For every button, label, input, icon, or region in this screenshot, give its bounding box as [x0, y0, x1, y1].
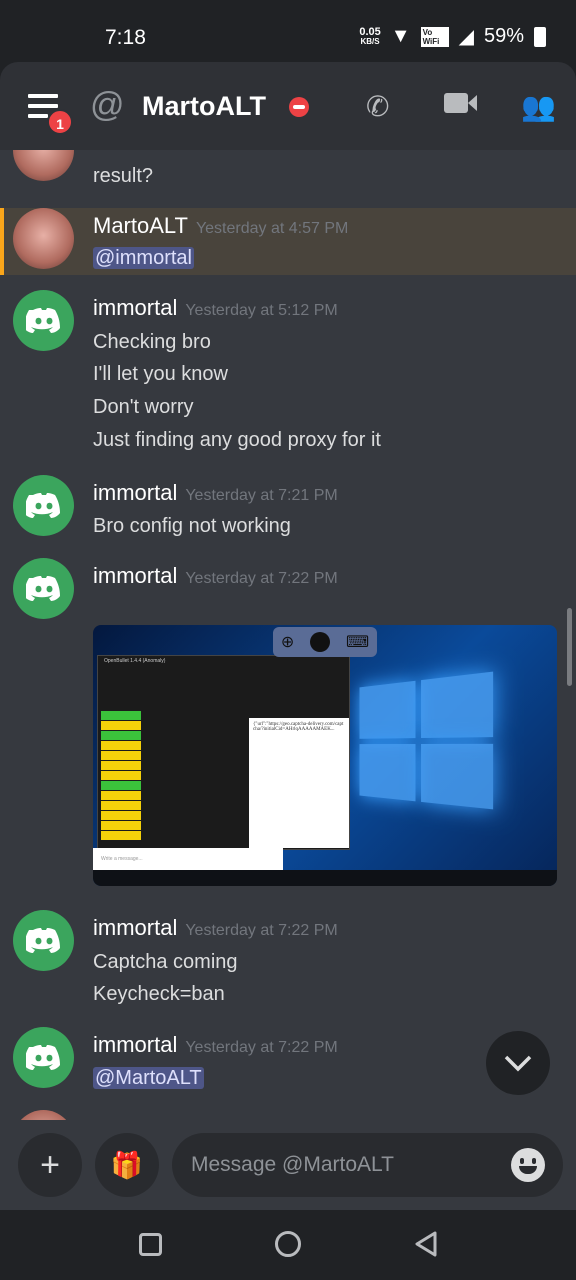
message-list: result? MartoALT Yesterday at 4:57 PM @im…: [0, 150, 576, 1120]
openbullet-window: OpenBullet 1.4.4 (Anomaly) {"url":"https…: [97, 655, 350, 850]
signal-icon: ◢: [458, 26, 474, 48]
clock: 7:18: [105, 26, 146, 49]
battery-icon: [534, 26, 546, 47]
members-icon[interactable]: 👥: [521, 90, 556, 123]
volte-icon: Vo WiFi: [420, 26, 449, 47]
avatar[interactable]: [13, 150, 74, 181]
page-title: MartoALT: [142, 91, 266, 121]
dnd-status-icon: [289, 97, 309, 117]
author-name[interactable]: immortal Yesterday at 7:22 PM: [93, 915, 338, 941]
message-text: Bro config not working: [93, 515, 291, 537]
image-attachment[interactable]: OpenBullet 1.4.4 (Anomaly) {"url":"https…: [93, 625, 557, 886]
taskbar: [93, 870, 557, 886]
message-text: @MartoALT: [93, 1067, 204, 1090]
message-text: result?: [93, 165, 154, 187]
message-text: Don't worry: [93, 396, 194, 418]
remote-logo-icon: [310, 632, 331, 652]
message-text: @immortal: [93, 247, 194, 270]
discord-logo-icon: [25, 927, 60, 953]
author-name[interactable]: immortal Yesterday at 5:12 PM: [93, 295, 338, 321]
avatar[interactable]: [13, 1027, 74, 1088]
html-view: {"url":"https://geo.captcha-delivery.com…: [249, 718, 349, 848]
timestamp: Yesterday at 5:12 PM: [185, 302, 338, 319]
timestamp: Yesterday at 7:22 PM: [185, 1039, 338, 1056]
plus-icon: +: [40, 1145, 60, 1184]
message-input[interactable]: Message @MartoALT: [172, 1133, 563, 1197]
scrollbar[interactable]: [567, 608, 572, 686]
at-icon: @: [90, 86, 125, 124]
mention[interactable]: @MartoALT: [93, 1067, 204, 1089]
avatar[interactable]: [13, 910, 74, 971]
avatar[interactable]: [13, 1110, 74, 1120]
message-text: Checking bro: [93, 331, 211, 353]
notification-badge: 1: [47, 109, 73, 135]
message-text: Captcha coming: [93, 951, 238, 973]
video-call-icon[interactable]: [444, 90, 477, 122]
timestamp: Yesterday at 7:21 PM: [185, 487, 338, 504]
zoom-icon: ⊕: [280, 634, 295, 651]
wifi-icon: ▼: [390, 25, 411, 47]
gift-button[interactable]: 🎁: [95, 1133, 159, 1197]
discord-logo-icon: [25, 307, 60, 333]
add-attachment-button[interactable]: +: [18, 1133, 82, 1197]
jump-to-bottom-button[interactable]: [486, 1031, 550, 1095]
back-button[interactable]: [413, 1230, 439, 1263]
voice-call-icon[interactable]: ✆: [366, 90, 389, 123]
gift-icon: 🎁: [110, 1149, 144, 1180]
keyboard-icon: ⌨: [345, 634, 370, 651]
composer: + 🎁 Message @MartoALT: [0, 1120, 576, 1210]
message-text: Keycheck=ban: [93, 983, 225, 1005]
discord-logo-icon: [25, 575, 60, 601]
status-bar: 7:18 0.05 KB/S ▼ Vo WiFi ◢ 59%: [0, 0, 576, 62]
remote-toolbar: ⊕ ⌨: [273, 627, 377, 657]
author-name[interactable]: MartoALT Yesterday at 4:57 PM: [93, 213, 348, 239]
block-list: [101, 711, 141, 841]
author-name[interactable]: immortal Yesterday at 7:22 PM: [93, 1032, 338, 1058]
avatar[interactable]: [13, 290, 74, 351]
author-name[interactable]: immortal Yesterday at 7:21 PM: [93, 480, 338, 506]
author-name[interactable]: immortal Yesterday at 7:22 PM: [93, 563, 338, 589]
chevron-down-icon: [504, 1055, 532, 1072]
battery-level: 59%: [483, 25, 524, 47]
discord-logo-icon: [25, 492, 60, 518]
recents-button[interactable]: [139, 1233, 162, 1256]
timestamp: Yesterday at 4:57 PM: [195, 220, 349, 237]
emoji-icon[interactable]: [511, 1148, 545, 1182]
windows-logo: [359, 670, 503, 819]
avatar[interactable]: [13, 208, 74, 269]
channel-header: 1 @ MartoALT ✆ 👥: [0, 62, 576, 150]
discord-logo-icon: [25, 1044, 60, 1070]
avatar[interactable]: [13, 475, 74, 536]
timestamp: Yesterday at 7:22 PM: [185, 922, 338, 939]
home-button[interactable]: [275, 1231, 301, 1257]
window-title: OpenBullet 1.4.4 (Anomaly): [104, 658, 166, 664]
mention[interactable]: @immortal: [93, 247, 194, 269]
timestamp: Yesterday at 7:22 PM: [185, 570, 338, 587]
message-text: I'll let you know: [93, 363, 228, 385]
net-speed: 0.05 KB/S: [359, 25, 381, 46]
chat-input-preview: Write a message...: [93, 848, 283, 870]
avatar[interactable]: [13, 558, 74, 619]
message-input-placeholder: Message @MartoALT: [191, 1153, 394, 1176]
message-text: Just finding any good proxy for it: [93, 429, 381, 451]
system-nav-bar: [0, 1210, 576, 1280]
